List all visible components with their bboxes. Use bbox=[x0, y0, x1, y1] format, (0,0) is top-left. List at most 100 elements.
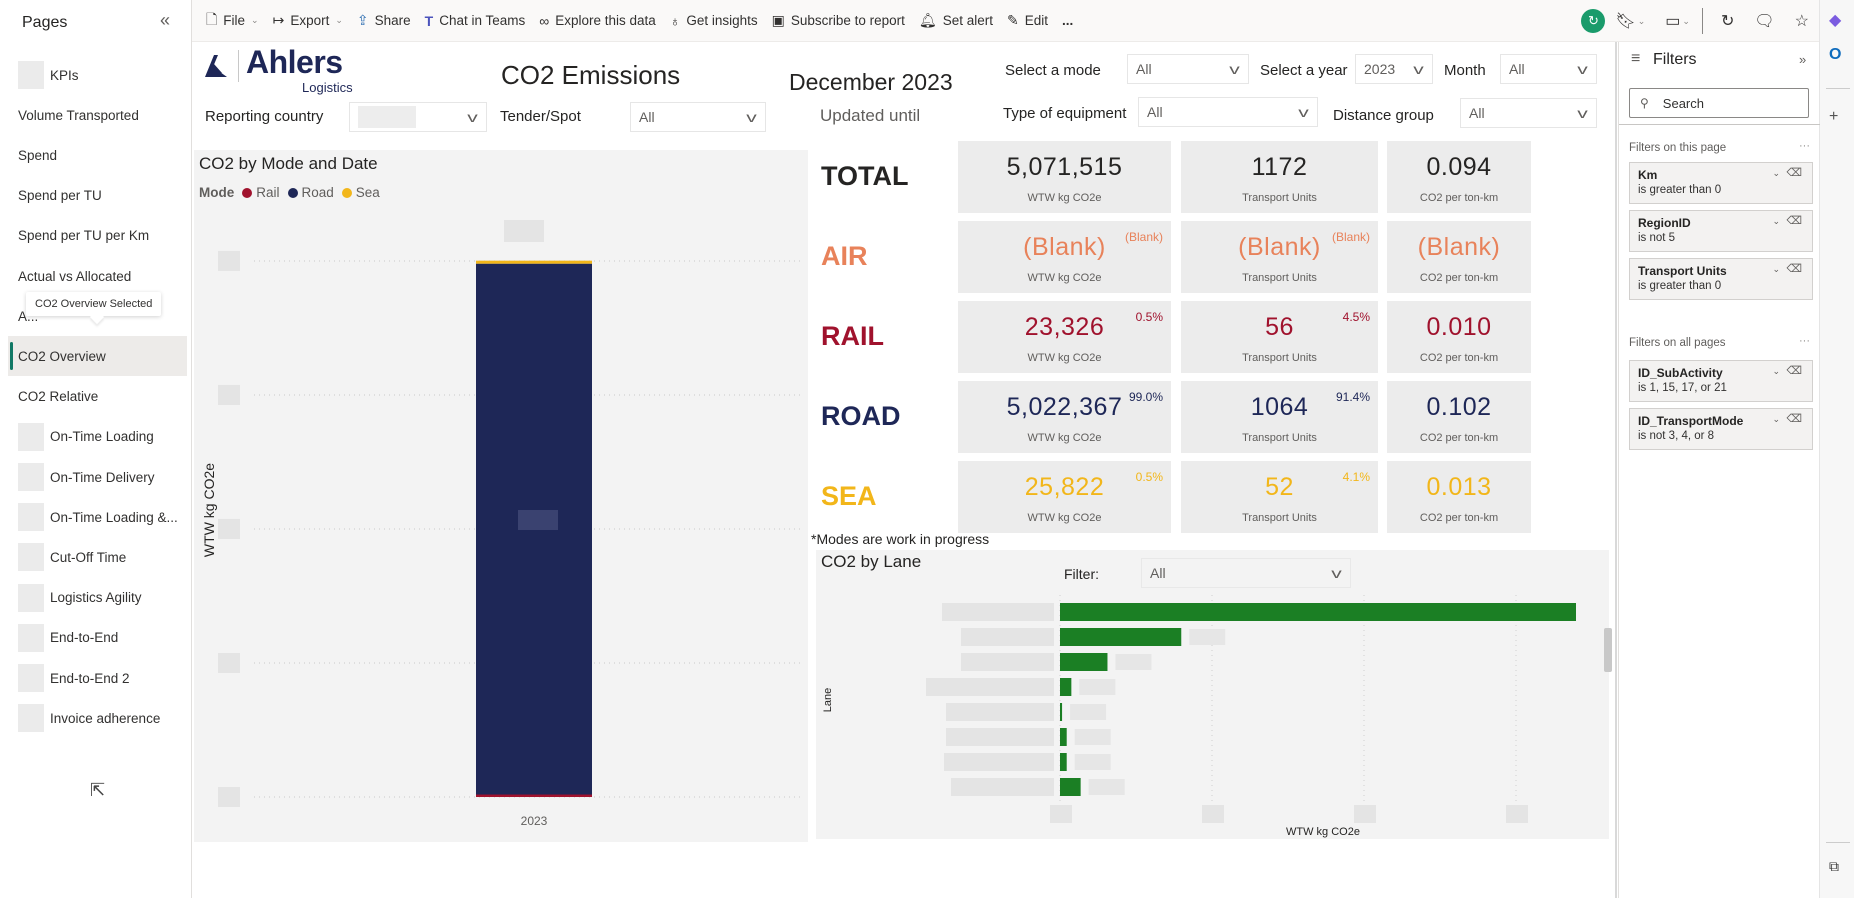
kpi-value: (Blank) bbox=[1417, 233, 1501, 261]
kpi-card-rail-tu: 56 Transport Units 4.5% bbox=[1181, 301, 1378, 373]
kpi-sublabel: WTW kg CO2e bbox=[1027, 192, 1102, 204]
page-item[interactable]: Actual vs Allocated bbox=[8, 256, 187, 296]
outlook-icon[interactable]: O bbox=[1829, 46, 1841, 64]
page-item[interactable]: On-Time Loading &... bbox=[8, 497, 187, 537]
bookmark-icon[interactable]: 🔖︎ bbox=[1615, 11, 1635, 31]
get-insights-label: Get insights bbox=[686, 13, 758, 28]
comment-icon[interactable]: 🗨︎ bbox=[1754, 11, 1774, 31]
toolbar-divider bbox=[1701, 8, 1703, 34]
kpi-value: 5,071,515 bbox=[1006, 153, 1123, 181]
month-slicer[interactable]: All v bbox=[1500, 54, 1597, 84]
more-options-button[interactable]: ... bbox=[1062, 13, 1073, 28]
equipment-slicer[interactable]: All v bbox=[1138, 97, 1318, 127]
page-item[interactable]: CO2 Relative bbox=[8, 377, 187, 417]
page-item[interactable]: KPIs bbox=[8, 55, 187, 95]
kpi-sublabel: Transport Units bbox=[1242, 512, 1317, 524]
clear-filter-icon[interactable]: ⌫ bbox=[1786, 412, 1802, 425]
reload-icon[interactable]: ↻ bbox=[1721, 11, 1734, 31]
lane-value-label-redacted bbox=[1074, 729, 1111, 745]
chevron-down-icon[interactable]: ⌄ bbox=[1772, 216, 1780, 227]
filter-card[interactable]: RegionID is not 5 ⌄ ⌫ bbox=[1629, 210, 1813, 252]
lane-bar bbox=[1060, 753, 1067, 771]
add-icon[interactable]: + bbox=[1829, 108, 1838, 126]
edit-button[interactable]: ✎ Edit bbox=[1007, 12, 1048, 29]
kpi-row-label: SEA bbox=[821, 481, 877, 511]
file-menu[interactable]: 🗋 File ⌄ bbox=[206, 9, 259, 33]
page-item[interactable]: Logistics Agility bbox=[8, 578, 187, 618]
kpi-card-total-intensity: 0.094 CO2 per ton-km bbox=[1387, 141, 1531, 213]
page-item[interactable]: End-to-End bbox=[8, 618, 187, 658]
clear-filter-icon[interactable]: ⌫ bbox=[1786, 166, 1802, 179]
filter-card[interactable]: ID_SubActivity is 1, 15, 17, or 21 ⌄ ⌫ bbox=[1629, 360, 1813, 402]
favorite-icon[interactable]: ☆ bbox=[1795, 11, 1809, 31]
filter-card[interactable]: ID_TransportMode is not 3, 4, or 8 ⌄ ⌫ bbox=[1629, 408, 1813, 450]
clear-filter-icon[interactable]: ⌫ bbox=[1786, 214, 1802, 227]
page-item[interactable]: Cut-Off Time bbox=[8, 537, 187, 577]
view-icon[interactable]: ▭ bbox=[1665, 11, 1680, 31]
set-alert-button[interactable]: 🔔︎ Set alert bbox=[919, 12, 993, 29]
explore-data-button[interactable]: ∞ Explore this data bbox=[539, 13, 656, 29]
chevron-down-icon[interactable]: ⌄ bbox=[1682, 16, 1690, 27]
kpi-sublabel: WTW kg CO2e bbox=[1027, 272, 1102, 284]
distance-group-slicer[interactable]: All v bbox=[1460, 98, 1597, 128]
kpi-card-sea-intensity: 0.013 CO2 per ton-km bbox=[1387, 461, 1531, 533]
chevron-down-icon[interactable]: ⌄ bbox=[1772, 264, 1780, 275]
clear-filter-icon[interactable]: ⌫ bbox=[1786, 364, 1802, 377]
kpi-sublabel: CO2 per ton-km bbox=[1419, 512, 1499, 524]
lane-label-redacted bbox=[946, 728, 1054, 746]
export-menu[interactable]: ↦ Export ⌄ bbox=[273, 12, 343, 29]
page-item[interactable]: Spend per TU bbox=[8, 176, 187, 216]
page-item[interactable]: On-Time Loading bbox=[8, 417, 187, 457]
page-item[interactable]: Invoice adherence bbox=[8, 698, 187, 738]
lane-label-redacted bbox=[946, 703, 1054, 721]
year-slicer[interactable]: 2023 v bbox=[1355, 54, 1433, 84]
page-item[interactable]: On-Time Delivery bbox=[8, 457, 187, 497]
chevron-down-icon: v bbox=[467, 109, 478, 125]
filter-condition: is not 5 bbox=[1638, 232, 1676, 244]
chat-in-teams-button[interactable]: T Chat in Teams bbox=[425, 13, 526, 29]
reporting-country-slicer[interactable]: v bbox=[349, 102, 487, 132]
logo-divider bbox=[238, 50, 239, 82]
chevron-down-icon[interactable]: ⌄ bbox=[1772, 168, 1780, 179]
page-item[interactable]: Spend bbox=[8, 135, 187, 175]
open-external-icon[interactable]: ⧉ bbox=[1829, 858, 1839, 875]
double-chevron-left-icon[interactable]: « bbox=[160, 10, 170, 31]
chevron-down-icon[interactable]: ⌄ bbox=[1772, 366, 1780, 377]
filter-card[interactable]: Transport Units is greater than 0 ⌄ ⌫ bbox=[1629, 258, 1813, 300]
report-title: CO2 Emissions bbox=[501, 60, 681, 90]
redacted-prefix bbox=[18, 61, 44, 89]
page-item[interactable]: End-to-End 2 bbox=[8, 658, 187, 698]
redacted-prefix bbox=[18, 503, 44, 532]
mode-slicer[interactable]: All v bbox=[1127, 54, 1249, 84]
kpi-sublabel: Transport Units bbox=[1242, 352, 1317, 364]
kpi-sublabel: WTW kg CO2e bbox=[1027, 352, 1102, 364]
page-filters-more-icon[interactable]: ··· bbox=[1799, 140, 1810, 152]
subscribe-button[interactable]: ▣ Subscribe to report bbox=[772, 12, 905, 29]
page-item[interactable]: CO2 Overview bbox=[8, 336, 187, 377]
clear-filter-icon[interactable]: ⌫ bbox=[1786, 262, 1802, 275]
total-label-redacted bbox=[504, 220, 544, 242]
chevron-down-icon[interactable]: ⌄ bbox=[1772, 414, 1780, 425]
pages-pane: Pages « KPIs Volume Transported Spend Spend… bbox=[0, 0, 192, 898]
y-tick-label-redacted bbox=[218, 518, 240, 539]
collapse-filters-icon[interactable]: » bbox=[1799, 52, 1806, 67]
all-filters-more-icon[interactable]: ··· bbox=[1799, 335, 1810, 347]
lane-chart-scrollbar[interactable] bbox=[1604, 628, 1612, 672]
co2-by-mode-chart: CO2 by Mode and Date Mode Rail Road Sea … bbox=[194, 150, 808, 842]
filter-card[interactable]: Km is greater than 0 ⌄ ⌫ bbox=[1629, 162, 1813, 204]
refresh-status-icon[interactable]: ↻ bbox=[1581, 9, 1606, 33]
kpi-card-air-intensity: (Blank) CO2 per ton-km bbox=[1387, 221, 1531, 293]
y-tick-label-redacted bbox=[218, 250, 240, 271]
tender-spot-slicer[interactable]: All v bbox=[630, 102, 766, 132]
filter-search-input[interactable]: ⚲ Search bbox=[1629, 88, 1809, 118]
share-button[interactable]: ⇪ Share bbox=[357, 12, 411, 29]
copilot-icon[interactable]: ◆ bbox=[1829, 10, 1841, 30]
distance-group-value: All bbox=[1469, 105, 1485, 121]
chevron-down-icon[interactable]: ⌄ bbox=[1638, 16, 1646, 27]
edit-label: Edit bbox=[1024, 13, 1048, 28]
chevron-down-icon: v bbox=[1413, 61, 1424, 77]
page-item[interactable]: Volume Transported bbox=[8, 95, 187, 135]
report-canvas: Ahlers Logistics CO2 Emissions December … bbox=[192, 42, 1617, 898]
get-insights-button[interactable]: ♁ Get insights bbox=[670, 13, 758, 29]
page-item[interactable]: Spend per TU per Km bbox=[8, 216, 187, 256]
